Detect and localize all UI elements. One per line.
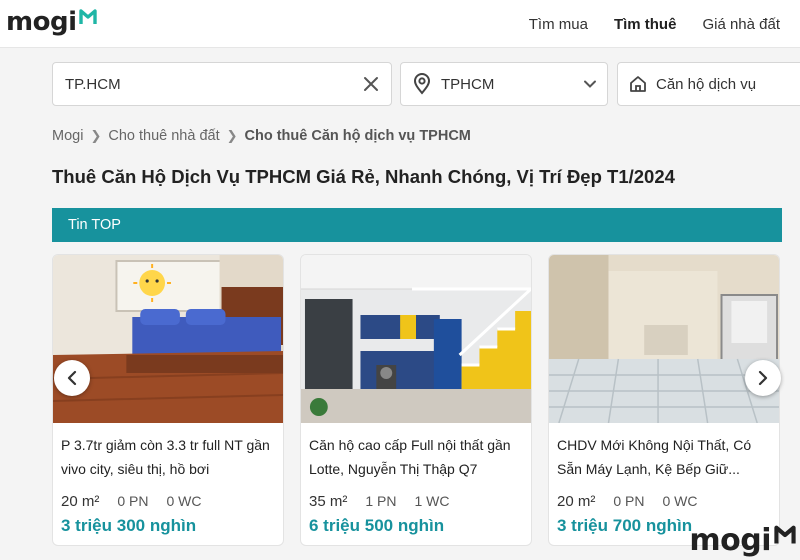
top-header: mogi Tìm mua Tìm thuê Giá nhà đất: [0, 0, 800, 48]
listing-bathrooms: 0 WC: [662, 493, 698, 509]
breadcrumb: Mogi ❯ Cho thuê nhà đất ❯ Cho thuê Căn h…: [52, 128, 471, 144]
breadcrumb-rent[interactable]: Cho thuê nhà đất: [108, 128, 219, 144]
chevron-down-icon: [584, 80, 596, 88]
chevron-right-icon: [758, 370, 768, 386]
listing-price: 3 triệu 300 nghìn: [61, 516, 197, 535]
listing-area: 35 m²: [309, 493, 348, 510]
logo-mark-icon: [774, 525, 796, 544]
listing-area: 20 m²: [61, 493, 100, 510]
keyword-input[interactable]: [65, 75, 363, 93]
listing-bedrooms: 1 PN: [365, 493, 397, 509]
listing-photo: [549, 255, 779, 423]
logo-mark-icon: [79, 9, 98, 24]
property-type-select[interactable]: Căn hộ dịch vụ: [617, 62, 800, 106]
listing-bedrooms: 0 PN: [117, 493, 149, 509]
watermark-text: mogi: [689, 523, 771, 558]
page-title: Thuê Căn Hộ Dịch Vụ TPHCM Giá Rẻ, Nhanh …: [52, 166, 675, 187]
clear-icon[interactable]: [363, 76, 379, 92]
chevron-left-icon: [67, 370, 77, 386]
location-select[interactable]: TPHCM: [400, 62, 608, 106]
location-value: TPHCM: [441, 75, 495, 93]
breadcrumb-home[interactable]: Mogi: [52, 128, 83, 144]
mogi-logo[interactable]: mogi: [6, 6, 98, 38]
listing-specs: 20 m² 0 PN 0 WC: [61, 493, 275, 510]
listing-area: 20 m²: [557, 493, 596, 510]
carousel-next-button[interactable]: [745, 360, 781, 396]
listing-card[interactable]: P 3.7tr giảm còn 3.3 tr full NT gần vivo…: [52, 254, 284, 546]
listing-specs: 20 m² 0 PN 0 WC: [557, 493, 771, 510]
mogi-watermark: mogi: [689, 523, 796, 558]
listing-bathrooms: 1 WC: [414, 493, 450, 509]
keyword-search-box: [52, 62, 392, 106]
section-label: Tin TOP: [68, 217, 121, 233]
listing-title[interactable]: P 3.7tr giảm còn 3.3 tr full NT gần vivo…: [61, 433, 275, 481]
location-pin-icon: [413, 73, 431, 95]
listing-photo: [301, 255, 531, 423]
breadcrumb-current[interactable]: Cho thuê Căn hộ dịch vụ TPHCM: [245, 128, 471, 144]
listing-price: 6 triệu 500 nghìn: [309, 516, 445, 535]
listing-card[interactable]: CHDV Mới Không Nội Thất, Có Sẵn Máy Lạnh…: [548, 254, 780, 546]
main-nav: Tìm mua Tìm thuê Giá nhà đất: [529, 0, 780, 48]
listing-bedrooms: 0 PN: [613, 493, 645, 509]
home-icon: [630, 76, 646, 92]
chevron-right-icon: ❯: [90, 128, 102, 143]
top-listings-header: Tin TOP: [52, 208, 782, 242]
chevron-right-icon: ❯: [226, 128, 238, 143]
nav-rent[interactable]: Tìm thuê: [614, 16, 677, 33]
listing-specs: 35 m² 1 PN 1 WC: [309, 493, 523, 510]
logo-text: mogi: [6, 7, 77, 37]
listing-photo: [53, 255, 283, 423]
listing-title[interactable]: Căn hộ cao cấp Full nội thất gần Lotte, …: [309, 433, 523, 481]
listing-title[interactable]: CHDV Mới Không Nội Thất, Có Sẵn Máy Lạnh…: [557, 433, 771, 481]
nav-buy[interactable]: Tìm mua: [529, 16, 588, 33]
listing-card[interactable]: Căn hộ cao cấp Full nội thất gần Lotte, …: [300, 254, 532, 546]
listing-bathrooms: 0 WC: [166, 493, 202, 509]
carousel-prev-button[interactable]: [54, 360, 90, 396]
nav-land-price[interactable]: Giá nhà đất: [702, 16, 780, 33]
property-type-value: Căn hộ dịch vụ: [656, 75, 757, 93]
